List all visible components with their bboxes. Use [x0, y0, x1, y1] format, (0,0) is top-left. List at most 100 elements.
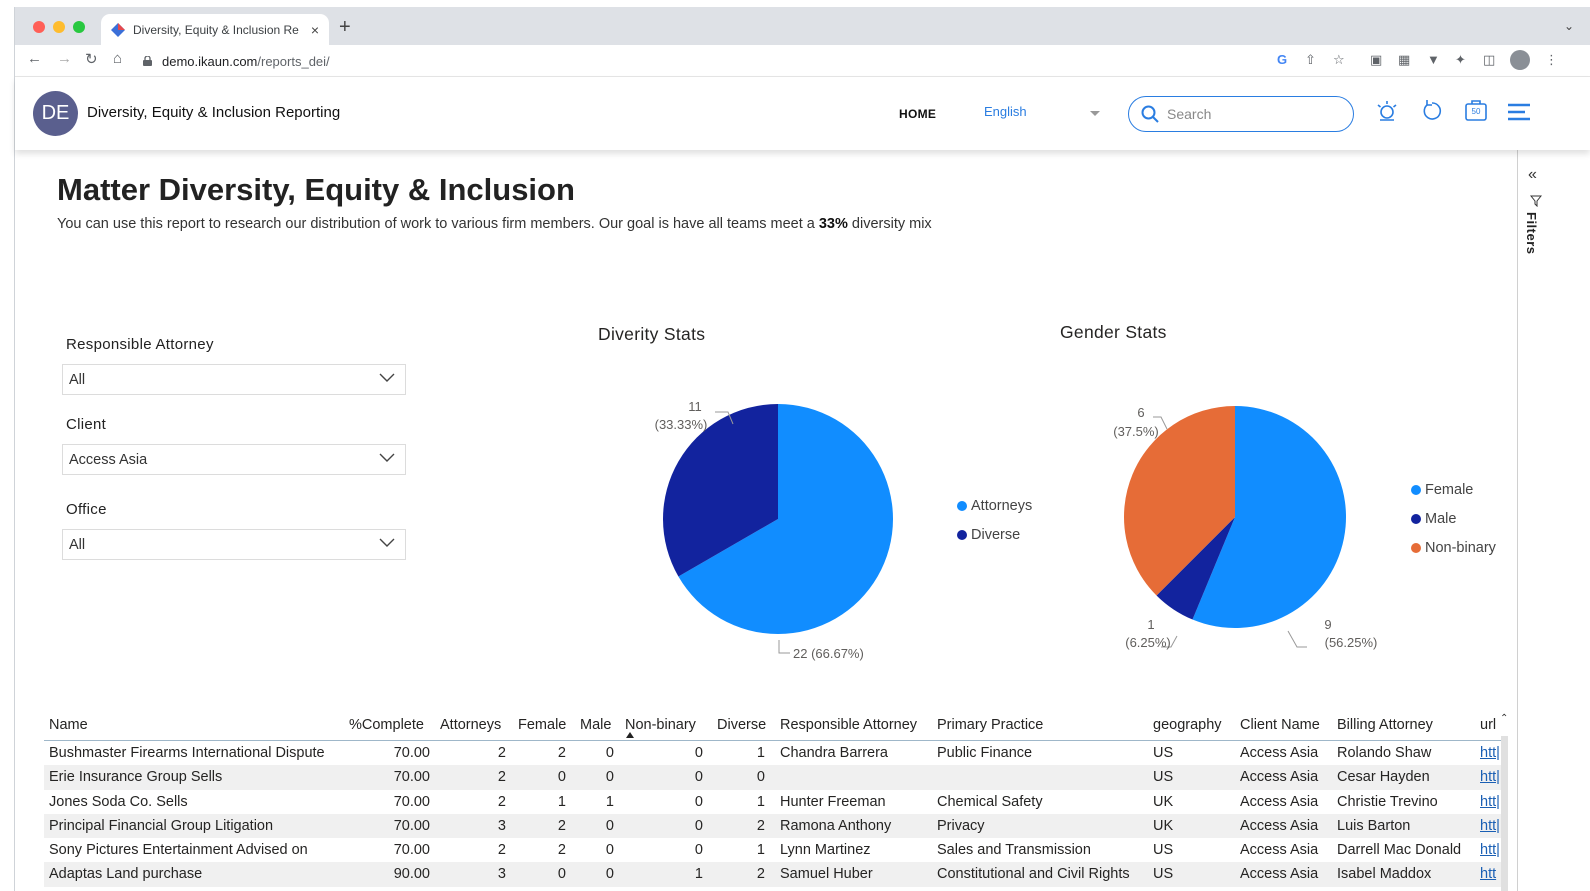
- slicer-dropdown[interactable]: Access Asia: [62, 444, 406, 475]
- search-icon: [1141, 105, 1159, 123]
- tab-close-icon[interactable]: ×: [311, 22, 319, 38]
- table-cell: Darrell Mac Donald: [1337, 842, 1462, 859]
- expand-filters-icon[interactable]: «: [1528, 166, 1537, 184]
- camera-icon[interactable]: ▣: [1370, 52, 1382, 68]
- url-bar[interactable]: demo.ikaun.com/reports_dei/: [143, 49, 1343, 73]
- legend-item-diverse[interactable]: Diverse: [957, 520, 1032, 549]
- diversity-chart-title: Diverity Stats: [598, 324, 706, 344]
- cart-icon[interactable]: 50: [1465, 98, 1487, 122]
- url-link[interactable]: htt|: [1480, 842, 1500, 858]
- table-cell: Bushmaster Firearms International Disput…: [49, 745, 325, 761]
- browser-menu-icon[interactable]: ⋮: [1545, 52, 1558, 68]
- reload-icon[interactable]: ↻: [85, 50, 98, 68]
- legend-dot: [1411, 484, 1421, 495]
- bookmark-star-icon[interactable]: ☆: [1333, 52, 1345, 68]
- filters-label[interactable]: Filters: [1524, 212, 1539, 255]
- table-cell: 0: [694, 769, 703, 786]
- table-cell: 70.00: [393, 842, 430, 859]
- refresh-icon[interactable]: [1421, 99, 1443, 123]
- data-label-nonbinary-pct: (37.5%): [1113, 424, 1159, 439]
- cart-count: 50: [1471, 107, 1481, 116]
- slicer-value: All: [69, 536, 86, 553]
- data-label-nonbinary-count: 6: [1137, 405, 1144, 420]
- chevron-down-icon: [379, 453, 395, 462]
- slicer-dropdown[interactable]: All: [62, 364, 406, 395]
- slicer-label: Client: [66, 416, 107, 433]
- url-link[interactable]: htt: [1480, 866, 1496, 882]
- table-cell: 0: [557, 866, 566, 883]
- legend-item-nonbinary[interactable]: Non-binary: [1411, 533, 1496, 562]
- column-header[interactable]: Female: [518, 717, 566, 733]
- scroll-up-chevron-icon[interactable]: ⌃: [1500, 713, 1508, 724]
- tab-search-chevron-icon[interactable]: ⌄: [1564, 19, 1574, 33]
- desc-text-before: You can use this report to research our …: [57, 216, 819, 232]
- table-row[interactable]: Sony Pictures Entertainment Advised on 70…: [44, 838, 1504, 862]
- legend-item-female[interactable]: Female: [1411, 475, 1496, 504]
- new-tab-button[interactable]: +: [339, 16, 351, 39]
- slicer-value: Access Asia: [69, 451, 148, 468]
- legend-label: Diverse: [971, 526, 1021, 543]
- sun-settings-icon[interactable]: [1375, 99, 1399, 123]
- report-description: You can use this report to research our …: [57, 216, 932, 232]
- table-cell: 0: [605, 769, 614, 786]
- puzzle-icon[interactable]: ✦: [1455, 52, 1466, 68]
- column-header[interactable]: Name: [49, 717, 88, 733]
- table-cell: Adaptas Land purchase: [49, 866, 203, 883]
- table-row[interactable]: Jones Soda Co. Sells 70.00 2 1 1 0 1 Hunter Fre…: [44, 790, 1504, 814]
- close-window-button[interactable]: [33, 21, 45, 33]
- legend-label: Female: [1425, 481, 1474, 498]
- table-row[interactable]: Adaptas Land purchase 90.00 3 0 0 1 2 Samuel Hu…: [44, 862, 1504, 887]
- column-header[interactable]: Responsible Attorney: [780, 717, 917, 733]
- minimize-window-button[interactable]: [53, 21, 65, 33]
- table-cell: Jones Soda Co. Sells: [49, 793, 188, 810]
- column-header[interactable]: Diverse: [717, 717, 766, 733]
- slicer-responsible-attorney: Responsible Attorney All: [62, 336, 406, 395]
- column-header[interactable]: Non-binary: [625, 717, 696, 733]
- column-header[interactable]: Attorneys: [440, 717, 501, 733]
- sidebar-toggle-icon[interactable]: ◫: [1483, 52, 1495, 68]
- legend-item-attorneys[interactable]: Attorneys: [957, 491, 1032, 520]
- table-cell: Principal Financial Group Litigation: [49, 817, 274, 834]
- language-select[interactable]: English: [984, 104, 1104, 119]
- column-header[interactable]: %Complete: [349, 717, 424, 733]
- url-link[interactable]: htt|: [1480, 769, 1500, 785]
- column-header[interactable]: geography: [1153, 717, 1222, 733]
- column-header[interactable]: url: [1480, 717, 1496, 733]
- hamburger-menu-icon[interactable]: [1507, 103, 1531, 121]
- column-header[interactable]: Male: [580, 717, 611, 733]
- url-link[interactable]: htt|: [1480, 745, 1500, 761]
- slicer-dropdown[interactable]: All: [62, 529, 406, 560]
- forward-arrow-icon[interactable]: →: [57, 50, 72, 67]
- table-scrollbar[interactable]: [1501, 736, 1508, 891]
- table-cell: 0: [605, 866, 614, 883]
- user-avatar[interactable]: DE: [33, 91, 78, 136]
- maximize-window-button[interactable]: [73, 21, 85, 33]
- search-box[interactable]: [1128, 96, 1354, 132]
- extension-a-icon[interactable]: ▦: [1398, 52, 1410, 68]
- extension-v-icon[interactable]: ▼: [1427, 52, 1440, 67]
- column-header[interactable]: Client Name: [1240, 717, 1320, 733]
- nav-home-link[interactable]: HOME: [899, 107, 936, 121]
- tab-title: Diversity, Equity & Inclusion Re: [133, 22, 299, 37]
- table-row[interactable]: Principal Financial Group Litigation 70.0…: [44, 813, 1504, 839]
- legend-item-male[interactable]: Male: [1411, 504, 1496, 533]
- share-icon[interactable]: ⇧: [1305, 52, 1316, 68]
- table-row[interactable]: Bushmaster Firearms International Disput…: [44, 741, 1504, 765]
- data-label-diverse-count: 11: [688, 399, 702, 414]
- table-cell: 70.00: [393, 817, 430, 834]
- search-input[interactable]: [1167, 106, 1337, 122]
- table-cell: 2: [497, 842, 506, 859]
- table-row[interactable]: Erie Insurance Group Sells 70.00 2 0 0 0 0 US Ac…: [44, 765, 1504, 790]
- back-arrow-icon[interactable]: ←: [27, 50, 42, 67]
- google-icon[interactable]: G: [1277, 52, 1287, 67]
- column-header[interactable]: Primary Practice: [937, 717, 1043, 733]
- column-header[interactable]: Billing Attorney: [1337, 717, 1433, 733]
- language-chevron-down-icon[interactable]: [1090, 111, 1100, 116]
- url-link[interactable]: htt|: [1480, 794, 1500, 810]
- home-icon[interactable]: ⌂: [113, 50, 122, 67]
- profile-avatar-icon[interactable]: [1510, 50, 1530, 70]
- url-link[interactable]: htt|: [1480, 818, 1500, 834]
- table-cell: 1: [605, 793, 614, 810]
- diversity-pie-chart: 11 (33.33%) 22 (66.67%): [655, 399, 893, 661]
- browser-tab[interactable]: Diversity, Equity & Inclusion Re ×: [101, 14, 329, 45]
